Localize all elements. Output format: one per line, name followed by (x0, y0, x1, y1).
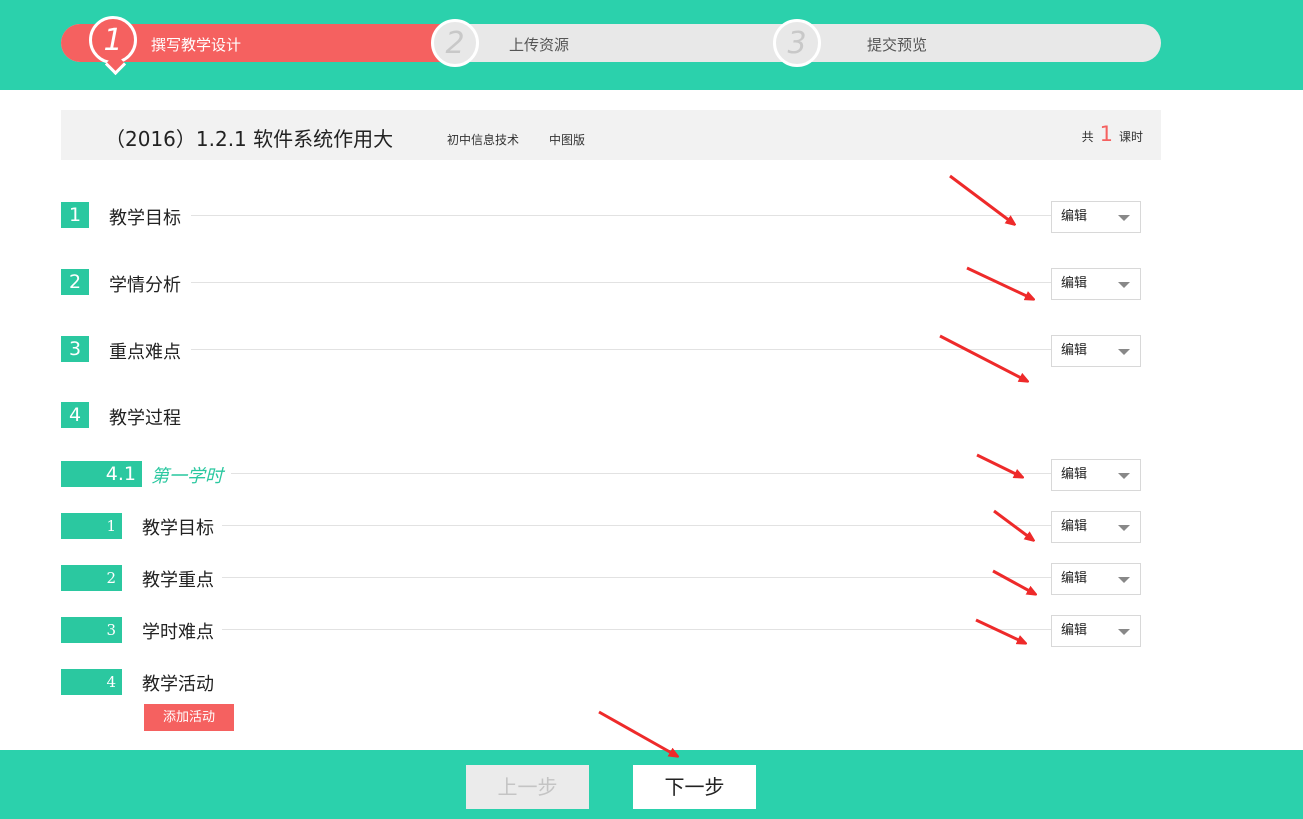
sub-item-number: 1 (61, 513, 122, 539)
step-progress-bar: 1 撰写教学设计 2 上传资源 3 提交预览 (61, 16, 1161, 67)
step-2-number: 2 (431, 19, 479, 67)
edit-dropdown-label: 编辑 (1061, 571, 1088, 586)
section-row: 4 教学过程 (61, 400, 1141, 430)
section-label: 教学目标 (109, 204, 189, 230)
phase-row: 4.1 第一学时 编辑 (61, 458, 1141, 491)
edit-dropdown-label: 编辑 (1061, 623, 1088, 638)
row-divider (211, 629, 1051, 630)
phase-number: 4.1 (61, 461, 142, 487)
sub-item-label: 教学目标 (142, 514, 222, 540)
chevron-down-icon (1118, 629, 1130, 635)
sub-item-row: 1 教学目标 编辑 (61, 510, 1141, 543)
section-row: 2 学情分析 编辑 (61, 267, 1141, 300)
course-title-bar: （2016）1.2.1 软件系统作用大 初中信息技术 中图版 共 1 课时 (61, 110, 1161, 160)
row-divider (191, 282, 1051, 283)
sub-item-label: 教学活动 (142, 670, 222, 696)
step-3-number: 3 (773, 19, 821, 67)
step-1-label[interactable]: 撰写教学设计 (151, 34, 241, 55)
chevron-down-icon (1118, 473, 1130, 479)
course-title: （2016）1.2.1 软件系统作用大 (105, 127, 394, 151)
next-step-button[interactable]: 下一步 (633, 765, 756, 809)
edit-dropdown[interactable]: 编辑 (1051, 268, 1141, 300)
lesson-total-suffix: 课时 (1118, 130, 1143, 144)
edit-dropdown-label: 编辑 (1061, 467, 1088, 482)
edit-dropdown[interactable]: 编辑 (1051, 459, 1141, 491)
sub-item-number: 4 (61, 669, 122, 695)
edit-dropdown[interactable]: 编辑 (1051, 335, 1141, 367)
step-3-label[interactable]: 提交预览 (867, 34, 927, 55)
sub-item-number: 2 (61, 565, 122, 591)
edit-dropdown[interactable]: 编辑 (1051, 201, 1141, 233)
footer: 上一步 下一步 (0, 750, 1303, 819)
edit-dropdown[interactable]: 编辑 (1051, 615, 1141, 647)
lesson-total-prefix: 共 (1081, 130, 1094, 144)
course-subject: 初中信息技术 (447, 133, 520, 147)
sub-item-row: 4 教学活动 (61, 666, 1141, 696)
header: 1 撰写教学设计 2 上传资源 3 提交预览 (0, 0, 1303, 90)
section-label: 学情分析 (109, 271, 189, 297)
section-number: 4 (61, 402, 89, 428)
section-number: 3 (61, 336, 89, 362)
chevron-down-icon (1118, 215, 1130, 221)
section-number: 2 (61, 269, 89, 295)
prev-step-button: 上一步 (466, 765, 589, 809)
phase-label: 第一学时 (151, 466, 223, 487)
sub-item-number: 3 (61, 617, 122, 643)
step-2-label[interactable]: 上传资源 (509, 34, 569, 55)
section-number: 1 (61, 202, 89, 228)
sub-item-label: 学时难点 (142, 618, 222, 644)
section-label: 重点难点 (109, 338, 189, 364)
lesson-total: 共 1 课时 (1082, 122, 1143, 146)
row-divider (211, 525, 1051, 526)
section-row: 3 重点难点 编辑 (61, 334, 1141, 367)
row-divider (191, 349, 1051, 350)
section-label: 教学过程 (109, 404, 189, 430)
sub-item-row: 3 学时难点 编辑 (61, 614, 1141, 647)
section-row: 1 教学目标 编辑 (61, 200, 1141, 233)
course-publisher: 中图版 (549, 133, 586, 147)
step-1-number: 1 (89, 16, 137, 64)
edit-dropdown[interactable]: 编辑 (1051, 511, 1141, 543)
add-activity-button[interactable]: 添加活动 (144, 704, 234, 731)
chevron-down-icon (1118, 525, 1130, 531)
row-divider (231, 473, 1051, 474)
edit-dropdown-label: 编辑 (1061, 519, 1088, 534)
edit-dropdown-label: 编辑 (1061, 343, 1088, 358)
row-divider (211, 577, 1051, 578)
sub-item-label: 教学重点 (142, 566, 222, 592)
edit-dropdown-label: 编辑 (1061, 209, 1088, 224)
edit-dropdown-label: 编辑 (1061, 276, 1088, 291)
edit-dropdown[interactable]: 编辑 (1051, 563, 1141, 595)
chevron-down-icon (1118, 577, 1130, 583)
sub-item-row: 2 教学重点 编辑 (61, 562, 1141, 595)
row-divider (191, 215, 1051, 216)
chevron-down-icon (1118, 282, 1130, 288)
chevron-down-icon (1118, 349, 1130, 355)
lesson-total-count: 1 (1099, 122, 1113, 146)
